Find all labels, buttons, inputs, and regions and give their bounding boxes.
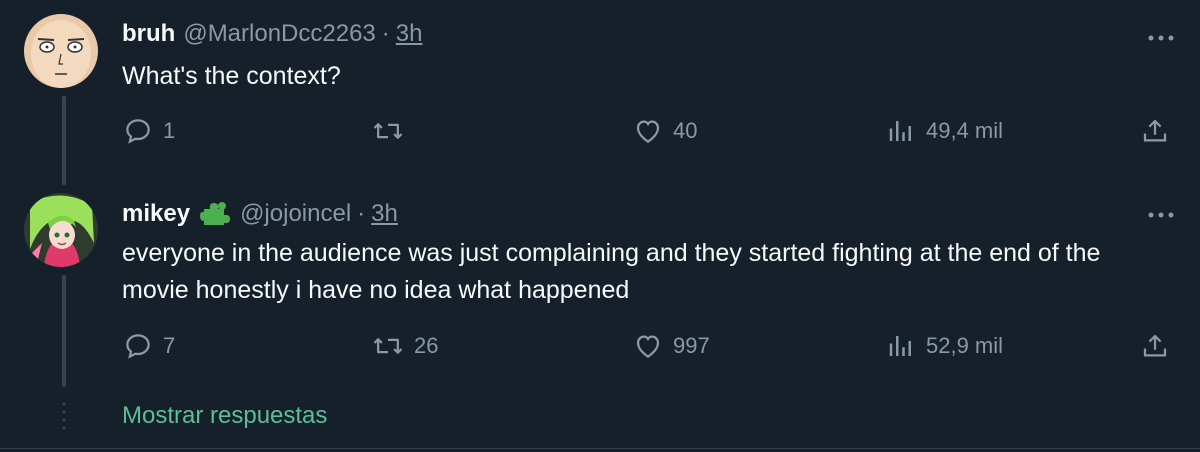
reply-button[interactable]: 1: [123, 116, 175, 146]
views-count: 52,9 mil: [926, 333, 1004, 358]
reply-thread: bruh @MarlonDcc2263 · 3h What's the cont…: [0, 0, 1200, 452]
user-handle[interactable]: @MarlonDcc2263: [183, 20, 375, 48]
tweet[interactable]: mikey @jojoincel · 3h everyone in the au…: [0, 185, 1200, 400]
retweet-button[interactable]: 26: [372, 331, 438, 361]
share-icon: [1143, 334, 1167, 357]
share-icon: [1143, 119, 1167, 142]
puzzle-piece-icon: [198, 199, 232, 229]
views-count: 49,4 mil: [926, 118, 1004, 143]
analytics-icon: [889, 121, 911, 141]
like-count: 997: [673, 333, 710, 358]
avatar[interactable]: [24, 14, 98, 88]
tweet-header: bruh @MarlonDcc2263 · 3h: [122, 20, 422, 48]
like-count: 40: [673, 118, 698, 143]
anime-character-avatar-icon: [24, 193, 98, 267]
more-options-icon[interactable]: [1146, 205, 1176, 225]
separator-dot: ·: [357, 200, 366, 227]
analytics-icon: [889, 336, 911, 356]
tweet-text: What's the context?: [122, 62, 341, 90]
timestamp[interactable]: 3h: [396, 20, 423, 48]
tweet-actions: 7 26 997 52,9 mil: [0, 331, 1200, 365]
like-button[interactable]: 997: [633, 331, 710, 361]
share-button[interactable]: [1140, 116, 1170, 146]
dotted-thread-line: [62, 400, 66, 436]
reply-button[interactable]: 7: [123, 331, 175, 361]
tweet-text: everyone in the audience was just compla…: [122, 239, 1101, 304]
retweet-icon: [373, 123, 403, 139]
reply-icon: [126, 334, 150, 359]
tweet[interactable]: bruh @MarlonDcc2263 · 3h What's the cont…: [0, 0, 1200, 185]
share-button[interactable]: [1140, 331, 1170, 361]
reply-count: 7: [163, 333, 176, 358]
display-name[interactable]: bruh: [122, 20, 175, 48]
display-name[interactable]: mikey: [122, 200, 190, 228]
views-button[interactable]: 49,4 mil: [886, 116, 1003, 146]
retweet-count: 26: [414, 333, 439, 358]
reply-count: 1: [163, 118, 176, 143]
views-button[interactable]: 52,9 mil: [886, 331, 1003, 361]
timestamp[interactable]: 3h: [371, 200, 398, 228]
more-options-icon[interactable]: [1146, 28, 1176, 48]
separator-dot: ·: [381, 20, 390, 47]
user-handle[interactable]: @jojoincel: [240, 200, 351, 228]
heart-icon: [636, 335, 660, 358]
heart-icon: [636, 120, 660, 143]
retweet-button[interactable]: [372, 116, 414, 146]
divider: [0, 448, 1200, 449]
show-replies-link[interactable]: Mostrar respuestas: [122, 402, 327, 430]
reply-icon: [126, 119, 150, 144]
tweet-actions: 1 40 49,4 mil: [0, 116, 1200, 150]
like-button[interactable]: 40: [633, 116, 697, 146]
avatar[interactable]: [24, 193, 98, 267]
tweet-header: mikey @jojoincel · 3h: [122, 199, 398, 229]
cartoon-face-avatar-icon: [24, 14, 98, 88]
retweet-icon: [373, 338, 403, 354]
